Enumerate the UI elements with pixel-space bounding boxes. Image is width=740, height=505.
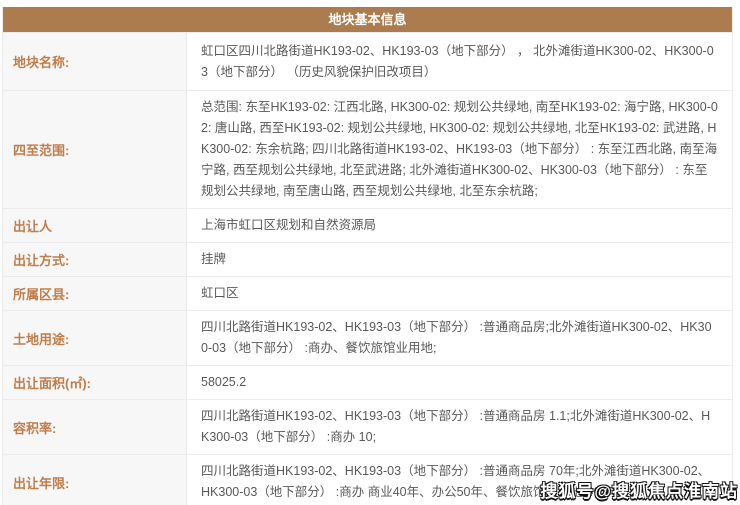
table-row: 出让面积(㎡): 58025.2 (3, 365, 732, 399)
row-value: 上海市虹口区规划和自然资源局 (187, 209, 732, 242)
row-label: 出让面积(㎡): (3, 366, 187, 399)
land-info-table: 地块基本信息 地块名称: 虹口区四川北路街道HK193-02、HK193-03（… (2, 7, 733, 505)
table-row: 土地用途: 四川北路街道HK193-02、HK193-03（地下部分） :普通商… (3, 310, 732, 365)
row-label: 出让方式: (3, 243, 187, 276)
table-row: 所属区县: 虹口区 (3, 276, 732, 310)
row-value: 挂牌 (187, 243, 732, 276)
row-label: 出让年限: (3, 455, 187, 505)
row-label: 土地用途: (3, 311, 187, 365)
table-row: 地块名称: 虹口区四川北路街道HK193-02、HK193-03（地下部分） ，… (3, 32, 732, 90)
row-label: 地块名称: (3, 33, 187, 90)
row-value: 四川北路街道HK193-02、HK193-03（地下部分） :普通商品房 70年… (187, 455, 732, 505)
row-value: 四川北路街道HK193-02、HK193-03（地下部分） :普通商品房 1.1… (187, 400, 732, 454)
table-title: 地块基本信息 (3, 7, 732, 32)
row-label: 四至范围: (3, 91, 187, 208)
row-label: 出让人 (3, 209, 187, 242)
table-row: 四至范围: 总范围: 东至HK193-02: 江西北路, HK300-02: 规… (3, 90, 732, 208)
row-value: 58025.2 (187, 366, 732, 399)
row-value: 虹口区四川北路街道HK193-02、HK193-03（地下部分） ， 北外滩街道… (187, 33, 732, 90)
table-row: 出让方式: 挂牌 (3, 242, 732, 276)
page: 地块基本信息 地块名称: 虹口区四川北路街道HK193-02、HK193-03（… (0, 0, 740, 505)
row-value: 四川北路街道HK193-02、HK193-03（地下部分） :普通商品房;北外滩… (187, 311, 732, 365)
table-row: 出让人 上海市虹口区规划和自然资源局 (3, 208, 732, 242)
row-value: 虹口区 (187, 277, 732, 310)
info-table-body: 地块名称: 虹口区四川北路街道HK193-02、HK193-03（地下部分） ，… (3, 32, 732, 505)
row-label: 所属区县: (3, 277, 187, 310)
row-value: 总范围: 东至HK193-02: 江西北路, HK300-02: 规划公共绿地,… (187, 91, 732, 208)
table-row: 出让年限: 四川北路街道HK193-02、HK193-03（地下部分） :普通商… (3, 454, 732, 505)
table-row: 容积率: 四川北路街道HK193-02、HK193-03（地下部分） :普通商品… (3, 399, 732, 454)
row-label: 容积率: (3, 400, 187, 454)
